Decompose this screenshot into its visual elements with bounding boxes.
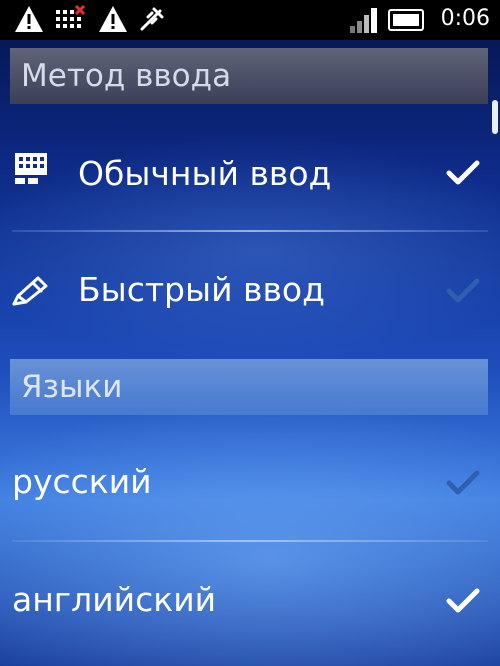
divider bbox=[12, 230, 488, 232]
language-russian[interactable]: русский bbox=[0, 440, 500, 528]
keypad-icon bbox=[15, 153, 47, 184]
option-quick-input[interactable]: Быстрый ввод bbox=[0, 250, 500, 338]
usb-debug-icon bbox=[140, 7, 164, 31]
checkmark-icon bbox=[446, 588, 480, 613]
warning-icon bbox=[99, 6, 127, 32]
divider bbox=[12, 540, 488, 542]
checkmark-icon bbox=[446, 278, 480, 303]
option-label: английский bbox=[12, 580, 217, 619]
option-label: Обычный ввод bbox=[78, 154, 332, 193]
option-label: русский bbox=[12, 462, 152, 501]
section-header-input-method: Метод ввода bbox=[10, 48, 488, 104]
status-time: 0:06 bbox=[440, 6, 490, 31]
option-label: Быстрый ввод bbox=[78, 270, 325, 309]
pen-icon bbox=[12, 276, 48, 306]
option-normal-input[interactable]: Обычный ввод bbox=[0, 142, 500, 230]
battery-icon bbox=[388, 9, 424, 31]
scrollbar-thumb[interactable] bbox=[492, 100, 498, 134]
checkmark-icon bbox=[446, 470, 480, 495]
warning-icon bbox=[15, 6, 43, 32]
network-error-icon bbox=[56, 5, 86, 28]
status-bar: 0:06 bbox=[0, 0, 500, 40]
checkmark-icon bbox=[446, 160, 480, 185]
section-header-languages: Языки bbox=[10, 359, 488, 415]
signal-icon bbox=[350, 8, 377, 33]
language-english[interactable]: английский bbox=[0, 560, 500, 648]
